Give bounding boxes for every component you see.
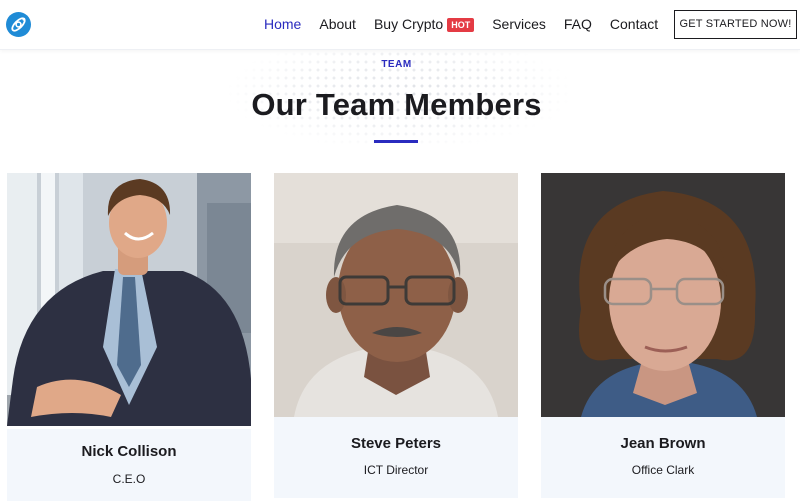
nav-faq-label: FAQ xyxy=(563,16,592,32)
site-header: Home About Buy Crypto HOT Services FAQ C… xyxy=(0,0,800,50)
get-started-button[interactable]: GET STARTED NOW! xyxy=(674,10,797,39)
member-photo-jean-brown xyxy=(541,173,785,417)
title-underline xyxy=(374,140,418,143)
section-eyebrow: TEAM xyxy=(381,59,412,70)
member-role: Office Clark xyxy=(631,463,695,477)
member-photo-steve-peters xyxy=(274,173,518,417)
nav-faq-link[interactable]: FAQ xyxy=(564,16,592,33)
team-card-jean-brown[interactable]: Jean Brown Office Clark xyxy=(541,173,785,501)
hot-badge: HOT xyxy=(447,17,475,32)
main-nav: Home About Buy Crypto HOT Services FAQ C… xyxy=(264,16,676,33)
nav-home-label: Home xyxy=(264,16,302,32)
team-card-nick-collison[interactable]: Nick Collison C.E.O xyxy=(7,173,251,501)
nav-about-label: About xyxy=(319,16,356,32)
nav-services-link[interactable]: Services xyxy=(492,16,546,33)
nav-services-label: Services xyxy=(492,16,546,32)
orbit-logo-icon[interactable] xyxy=(6,12,31,37)
member-info: Steve Peters ICT Director xyxy=(274,417,518,498)
member-name: Jean Brown xyxy=(620,435,706,452)
member-role: C.E.O xyxy=(112,472,146,486)
member-photo-nick-collison xyxy=(7,173,251,426)
nav-buy-crypto-link[interactable]: Buy Crypto HOT xyxy=(373,16,475,33)
nav-buy-crypto-label: Buy Crypto xyxy=(373,16,444,32)
member-role: ICT Director xyxy=(363,463,429,477)
nav-contact-label: Contact xyxy=(609,16,659,32)
nav-contact-link[interactable]: Contact xyxy=(610,16,658,33)
section-title: Our Team Members xyxy=(251,87,542,122)
member-info: Nick Collison C.E.O xyxy=(7,429,251,501)
member-name: Steve Peters xyxy=(350,435,442,452)
member-info: Jean Brown Office Clark xyxy=(541,417,785,498)
member-name: Nick Collison xyxy=(81,443,177,460)
nav-about-link[interactable]: About xyxy=(319,16,356,33)
nav-home-link[interactable]: Home xyxy=(264,16,301,33)
team-card-steve-peters[interactable]: Steve Peters ICT Director xyxy=(274,173,518,501)
